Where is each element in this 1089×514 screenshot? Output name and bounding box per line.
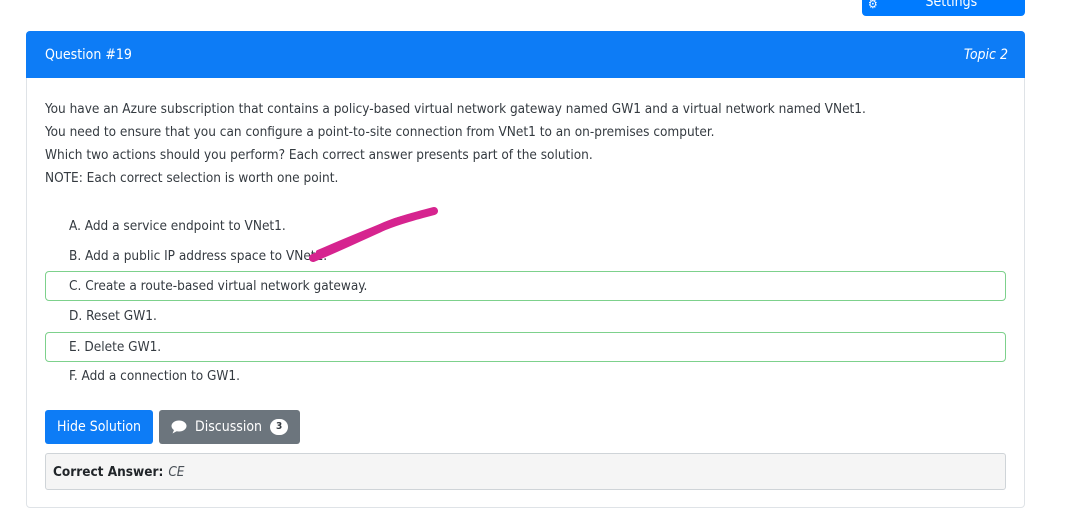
question-text: You have an Azure subscription that cont… (45, 98, 866, 190)
correct-answer-label: Correct Answer: (53, 463, 164, 480)
discussion-label: Discussion (195, 419, 263, 435)
choice-b[interactable]: B. Add a public IP address space to VNet… (45, 241, 1006, 271)
hide-solution-button[interactable]: Hide Solution (45, 410, 154, 444)
correct-answer-value: CE (168, 463, 185, 480)
custom-view-settings-button[interactable]: ⚙ Custom View Settings (862, 0, 1025, 16)
question-line: You have an Azure subscription that cont… (45, 101, 866, 117)
choice-c[interactable]: C. Create a route-based virtual network … (45, 271, 1006, 301)
gear-icon: ⚙ (868, 0, 878, 11)
question-header: Question #19 Topic 2 (26, 31, 1025, 78)
action-buttons: Hide Solution Discussion 3 (45, 410, 301, 444)
hide-solution-label: Hide Solution (57, 419, 142, 435)
choice-f[interactable]: F. Add a connection to GW1. (45, 361, 1006, 391)
topic-label: Topic 2 (963, 46, 1008, 63)
question-number: Question #19 (45, 46, 132, 63)
custom-view-settings-label: Custom View Settings (925, 0, 978, 10)
choice-e[interactable]: E. Delete GW1. (45, 332, 1006, 362)
question-line: You need to ensure that you can configur… (45, 124, 715, 140)
pen-annotation (309, 207, 438, 262)
question-line: Which two actions should you perform? Ea… (45, 147, 593, 163)
correct-answer-box: Correct Answer: CE (45, 453, 1006, 490)
comment-icon (171, 420, 187, 434)
choice-d[interactable]: D. Reset GW1. (45, 301, 1006, 331)
discussion-count-badge: 3 (270, 419, 289, 435)
choice-a[interactable]: A. Add a service endpoint to VNet1. (45, 211, 1006, 241)
question-card: Question #19 Topic 2 You have an Azure s… (26, 31, 1025, 508)
discussion-button[interactable]: Discussion 3 (159, 410, 301, 444)
question-line: NOTE: Each correct selection is worth on… (45, 170, 339, 186)
